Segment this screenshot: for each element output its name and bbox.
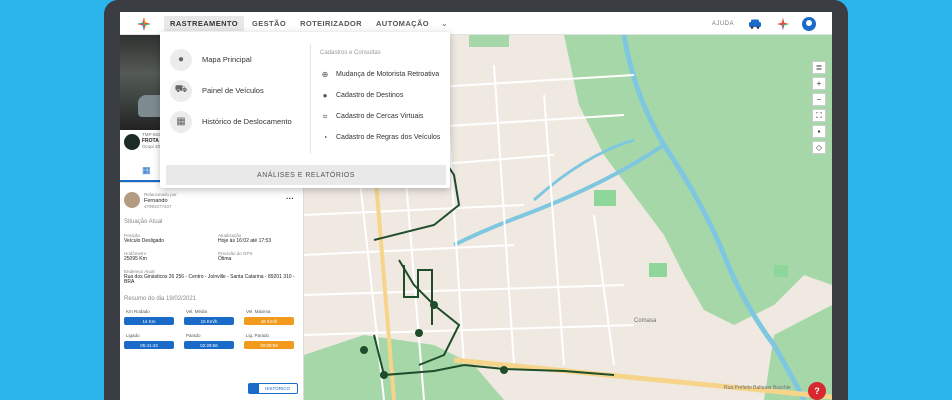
menu-item-label: Painel de Veículos (202, 86, 264, 95)
status-field: Posição Veículo Desligado (124, 233, 165, 244)
map-label-comasa: Comasa (634, 318, 657, 324)
metric-value: 00:08:58 (244, 341, 294, 349)
menu-item-cercas-virtuais[interactable]: ⌗ Cadastro de Cercas Virtuais (320, 106, 450, 127)
menu-item-historico[interactable]: ▦ Histórico de Deslocamento (170, 106, 302, 137)
driver-card: Relacionado por Fernando 47991077407 ··· (124, 192, 294, 214)
fit-bounds-icon[interactable]: ⛶ (812, 109, 826, 122)
calendar-icon: ▦ (170, 110, 192, 133)
driver-name: Fernando (144, 197, 168, 204)
vehicles-icon: ⛟ (170, 79, 192, 102)
menu-item-regras-veiculos[interactable]: ◔ Cadastro de Regras dos Veículos (320, 127, 450, 148)
user-avatar-icon[interactable] (802, 16, 816, 31)
menu-divider (310, 44, 311, 154)
address-field: Endereço Atual Rua dos Ginásticos 26 256 … (124, 269, 295, 285)
status-field: Atualização Hoje às 16:02 até 17:53 (218, 233, 272, 244)
status-title: Situação Atual (124, 219, 163, 225)
app-screen: RASTREAMENTO GESTÃO ROTEIRIZADOR AUTOMAÇ… (120, 12, 832, 400)
metric-label: Parado (186, 333, 201, 338)
history-button[interactable]: HISTÓRICO (248, 383, 298, 394)
menu-item-mapa-principal[interactable]: ● Mapa Principal (170, 44, 302, 75)
menu-section-heading: Cadastros e Consultas (320, 50, 381, 56)
calendar-icon[interactable]: ▦ (142, 165, 152, 175)
map-label-street: Rua Prefeito Baltasar Buschle (724, 385, 791, 391)
metric-label: Vel. Máxima (246, 309, 271, 314)
driver-avatar (124, 192, 140, 208)
nav-automacao[interactable]: AUTOMAÇÃO (370, 16, 435, 31)
layers-icon[interactable]: ≣ (812, 61, 826, 74)
stopwatch-icon: ◔ (322, 133, 328, 142)
menu-item-label: Cadastro de Destinos (336, 92, 404, 99)
metric-value: 15 Km/h (184, 317, 234, 325)
nav-gestao[interactable]: GESTÃO (246, 16, 292, 31)
help-pin-icon[interactable]: ? (808, 382, 826, 400)
location-pin-icon: ● (322, 91, 328, 100)
more-options-icon[interactable]: ··· (286, 194, 294, 203)
driver-label: Relacionado por (144, 192, 177, 197)
history-icon (249, 384, 259, 393)
steering-wheel-icon: ⊕ (321, 70, 329, 79)
save-icon[interactable]: ▪ (812, 125, 826, 138)
rastreamento-dropdown: ● Mapa Principal ⛟ Painel de Veículos ▦ … (160, 32, 450, 188)
metric-value: 49 Km/h (244, 317, 294, 325)
topbar-right: AJUDA (712, 12, 832, 35)
status-field: Precisão do GPS Ótima (218, 251, 253, 262)
map-controls: ≣ + − ⛶ ▪ ◇ (812, 61, 826, 157)
summary-title: Resumo do dia 19/02/2021 (124, 296, 197, 302)
menu-item-label: Histórico de Deslocamento (202, 117, 292, 126)
metric-value: 14 Km (124, 317, 174, 325)
analises-relatorios-button[interactable]: ANÁLISES E RELATÓRIOS (166, 165, 446, 185)
fence-icon: ⌗ (322, 111, 328, 121)
map-pin-icon: ● (170, 48, 192, 71)
nav-rastreamento[interactable]: RASTREAMENTO (164, 16, 244, 31)
menu-item-label: Cadastro de Regras dos Veículos (336, 134, 441, 141)
metric-label: Km Rodado (126, 309, 150, 314)
menu-item-label: Cadastro de Cercas Virtuais (336, 113, 424, 120)
brand-icon[interactable] (776, 17, 790, 31)
menu-item-painel-veiculos[interactable]: ⛟ Painel de Veículos (170, 75, 302, 106)
driver-phone: 47991077407 (144, 204, 172, 209)
metric-label: Lig. Parado (246, 333, 270, 338)
nav-roteirizador[interactable]: ROTEIRIZADOR (294, 16, 368, 31)
status-field: Hodômetro 25095 Km (124, 251, 147, 262)
history-label: HISTÓRICO (265, 386, 291, 391)
vehicle-type-icon (124, 134, 140, 150)
help-link[interactable]: AJUDA (712, 21, 734, 27)
menu-item-label: Mudança de Motorista Retroativa (336, 71, 440, 78)
metric-label: Vel. Média (186, 309, 208, 314)
chevron-down-icon[interactable]: ⌄ (441, 19, 448, 28)
metric-label: Ligado (126, 333, 140, 338)
menu-item-label: Mapa Principal (202, 55, 252, 64)
car-icon[interactable] (748, 19, 762, 29)
zoom-out-button[interactable]: − (812, 93, 826, 106)
app-logo[interactable] (136, 16, 152, 32)
metric-value: 05:41:43 (124, 341, 174, 349)
metric-value: 02:29:56 (184, 341, 234, 349)
menu-item-cadastro-destinos[interactable]: ● Cadastro de Destinos (320, 85, 450, 106)
zoom-in-button[interactable]: + (812, 77, 826, 90)
menu-item-mudanca-motorista[interactable]: ⊕ Mudança de Motorista Retroativa (320, 64, 450, 85)
eraser-icon[interactable]: ◇ (812, 141, 826, 154)
